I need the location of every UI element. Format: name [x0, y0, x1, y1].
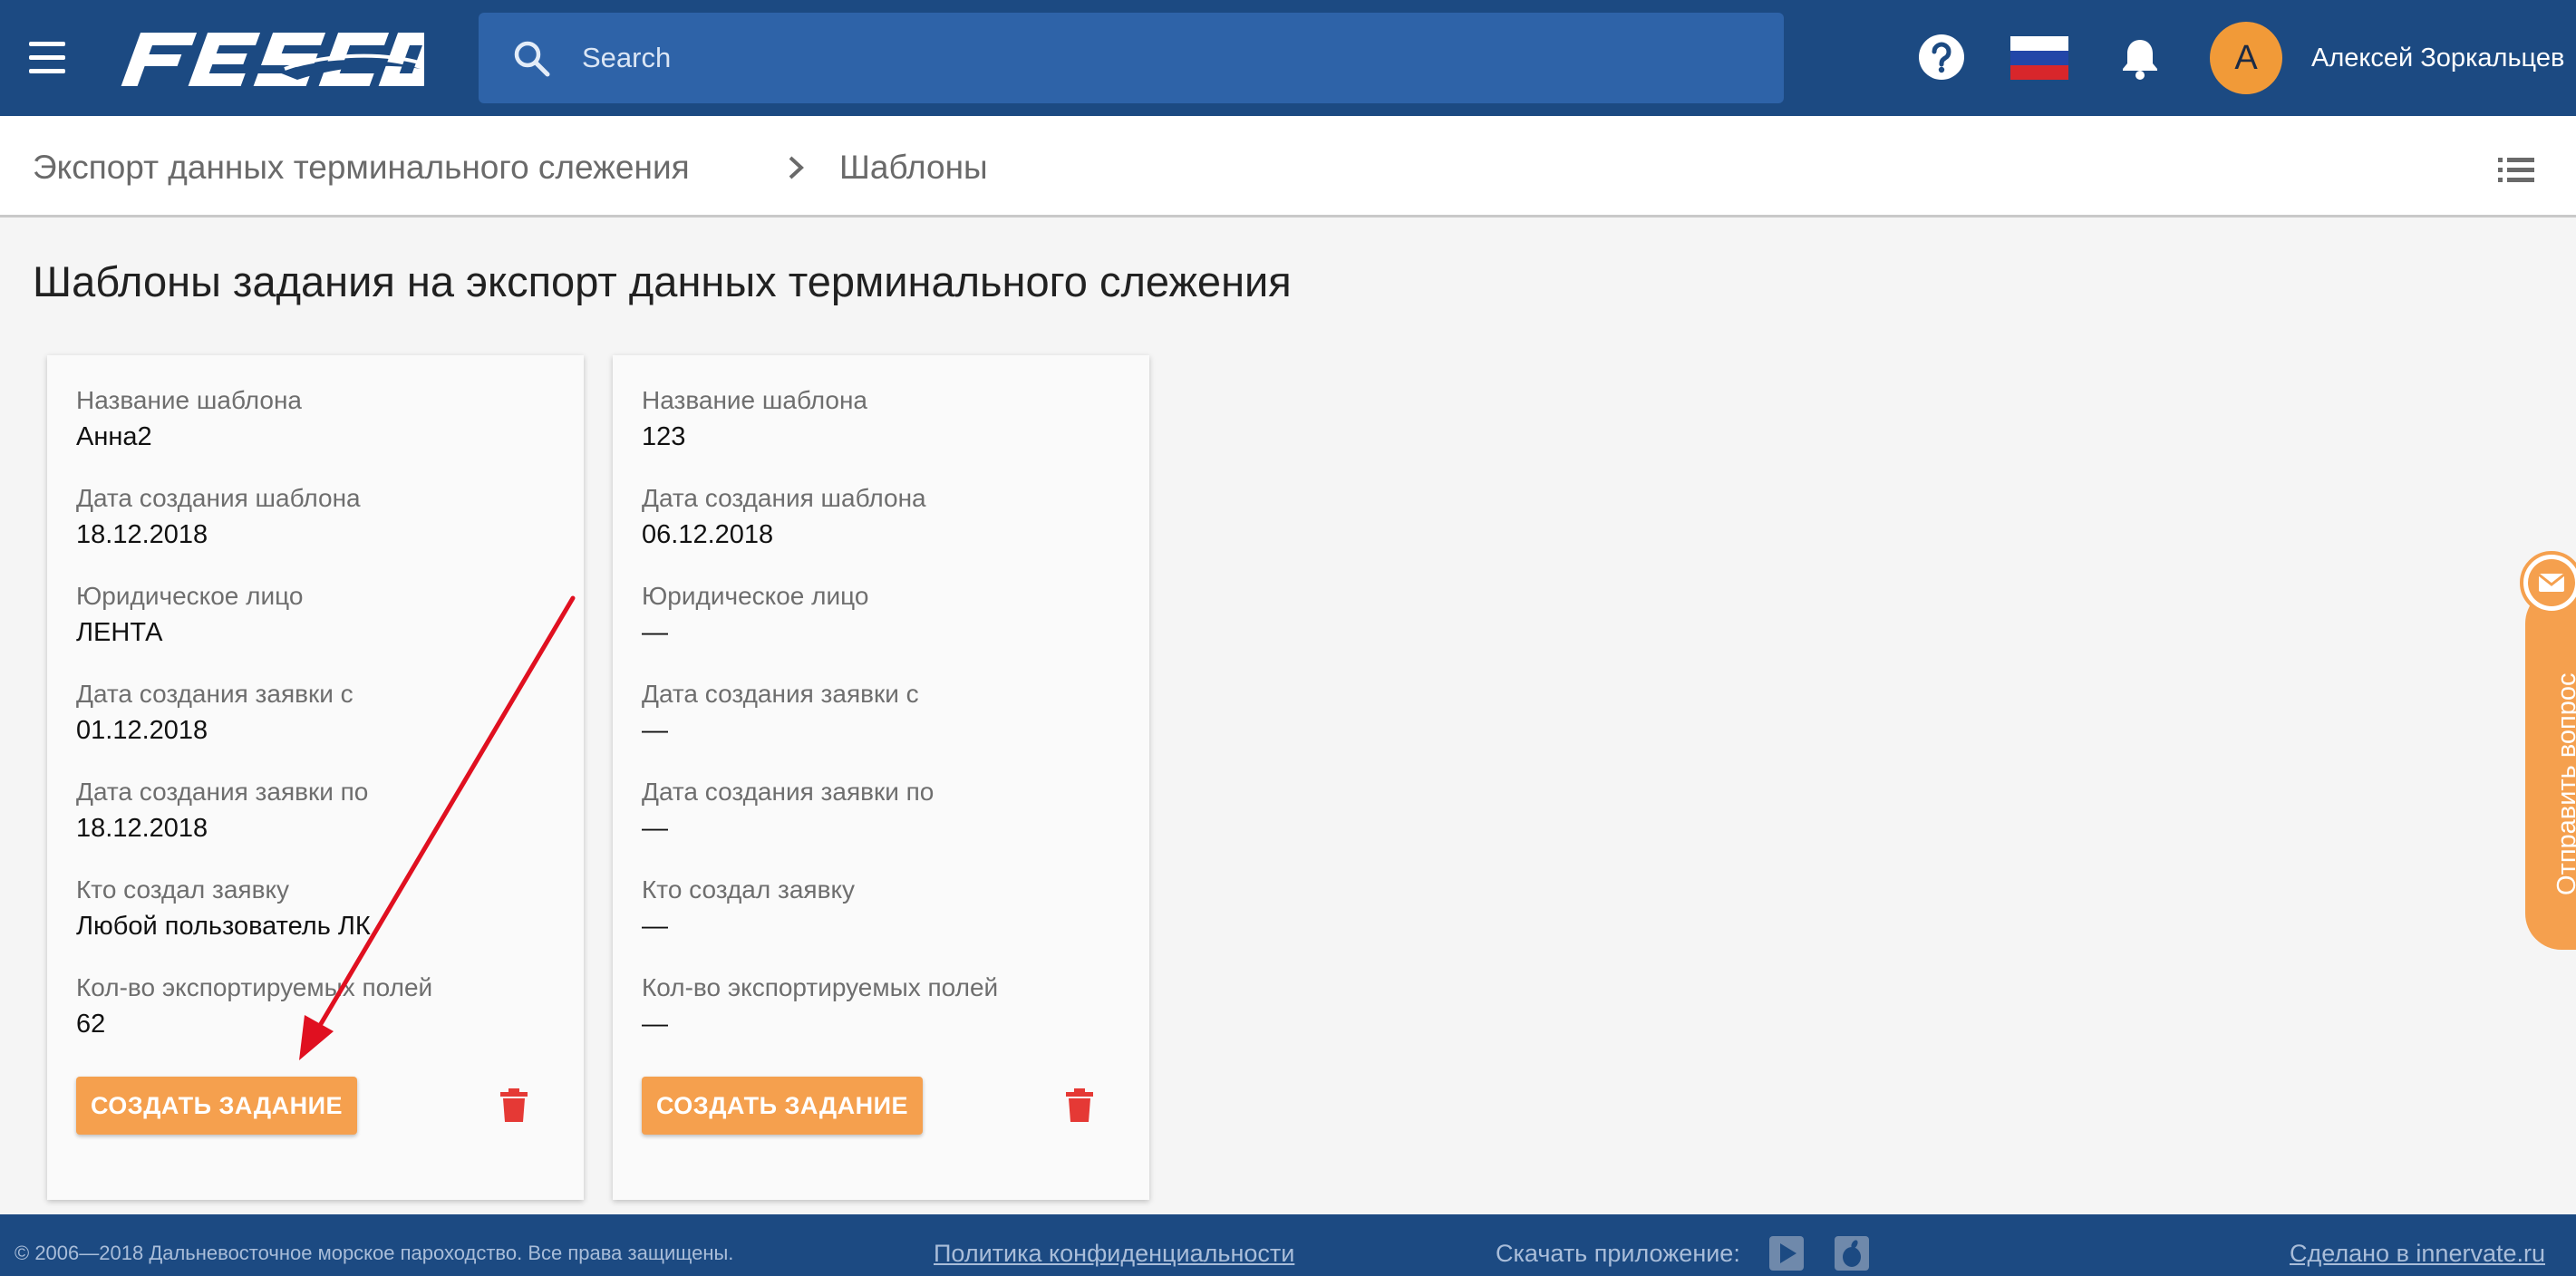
field-label: Юридическое лицо	[642, 582, 869, 610]
download-app-label: Скачать приложение:	[1496, 1240, 1740, 1267]
field-value: —	[642, 716, 668, 745]
field-value: ЛЕНТА	[76, 618, 163, 647]
user-name[interactable]: Алексей Зоркальцев	[2311, 40, 2564, 76]
hamburger-menu-icon[interactable]	[22, 36, 73, 80]
google-play-icon[interactable]	[1769, 1236, 1804, 1271]
field-template-date: Дата создания шаблона 18.12.2018	[76, 482, 361, 553]
search-bar[interactable]: Search	[479, 13, 1784, 103]
field-label: Дата создания шаблона	[76, 484, 361, 512]
field-value: 18.12.2018	[76, 520, 208, 549]
field-template-date: Дата создания шаблона 06.12.2018	[642, 482, 926, 553]
field-label: Дата создания шаблона	[642, 484, 926, 512]
field-label: Юридическое лицо	[76, 582, 304, 610]
field-legal-entity: Юридическое лицо —	[642, 580, 868, 651]
breadcrumb-item-templates: Шаблоны	[839, 149, 988, 186]
breadcrumb: Экспорт данных терминального слежения Ша…	[0, 116, 2576, 218]
field-label: Кол-во экспортируемых полей	[642, 973, 999, 1001]
create-task-button[interactable]: СОЗДАТЬ ЗАДАНИЕ	[76, 1077, 357, 1135]
help-icon[interactable]	[1917, 33, 1966, 82]
page-title: Шаблоны задания на экспорт данных термин…	[33, 257, 1292, 305]
russian-flag-icon[interactable]	[2010, 36, 2068, 80]
notifications-bell-icon[interactable]	[2119, 36, 2161, 80]
field-label: Название шаблона	[642, 386, 867, 414]
innervate-link[interactable]: Сделано в innervate.ru	[2290, 1238, 2545, 1269]
chevron-right-icon	[789, 156, 804, 179]
footer-copyright: © 2006—2018 Дальневосточное морское паро…	[15, 1242, 734, 1264]
field-label: Дата создания заявки по	[642, 778, 935, 806]
field-value: —	[642, 912, 668, 941]
search-input[interactable]: Search	[582, 38, 671, 78]
field-value: 123	[642, 422, 686, 451]
field-request-date-to: Дата создания заявки по —	[642, 776, 934, 846]
create-task-button[interactable]: СОЗДАТЬ ЗАДАНИЕ	[642, 1077, 923, 1135]
field-value: —	[642, 1010, 668, 1039]
template-card: Название шаблона 123 Дата создания шабло…	[613, 355, 1149, 1200]
field-label: Название шаблона	[76, 386, 302, 414]
feedback-tab[interactable]: Отправить вопрос	[2520, 551, 2576, 950]
field-value: —	[642, 814, 668, 843]
field-request-creator: Кто создал заявку —	[642, 874, 855, 944]
delete-trash-icon[interactable]	[1064, 1088, 1095, 1124]
field-template-name: Название шаблона 123	[642, 384, 867, 455]
avatar[interactable]: A	[2210, 22, 2282, 94]
field-value: 06.12.2018	[642, 520, 774, 549]
field-value: Анна2	[76, 422, 152, 451]
breadcrumb-item-export[interactable]: Экспорт данных терминального слежения	[33, 147, 690, 188]
field-value: —	[642, 618, 668, 647]
field-exported-fields-count: Кол-во экспортируемых полей —	[642, 972, 998, 1042]
field-label: Дата создания заявки с	[642, 680, 919, 708]
footer: © 2006—2018 Дальневосточное морское паро…	[0, 1214, 2576, 1276]
field-template-name: Название шаблона Анна2	[76, 384, 302, 455]
annotation-arrow	[299, 595, 576, 1060]
search-icon	[514, 41, 550, 77]
field-label: Кто создал заявку	[642, 875, 856, 904]
envelope-icon[interactable]	[2520, 551, 2576, 614]
fesco-logo[interactable]	[116, 25, 424, 92]
feedback-label[interactable]: Отправить вопрос	[2551, 672, 2576, 895]
list-view-icon[interactable]	[2498, 156, 2534, 185]
top-app-bar: Search A Алексей Зоркальцев	[0, 0, 2576, 116]
apple-store-icon[interactable]	[1835, 1236, 1869, 1271]
delete-trash-icon[interactable]	[499, 1088, 529, 1124]
field-request-date-from: Дата создания заявки с —	[642, 678, 919, 749]
privacy-policy-link[interactable]: Политика конфиденциальности	[934, 1238, 1294, 1269]
field-legal-entity: Юридическое лицо ЛЕНТА	[76, 580, 303, 651]
